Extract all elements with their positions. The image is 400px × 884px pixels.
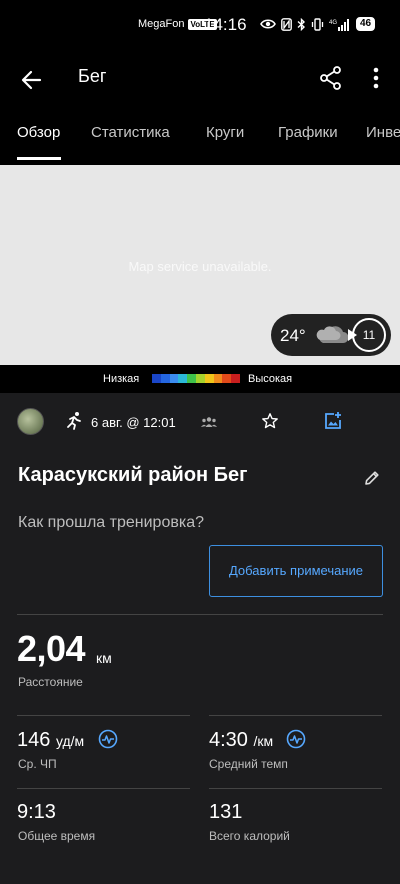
more-options-button[interactable] [364, 64, 388, 92]
legend-color-segment [160, 374, 170, 383]
running-icon [67, 412, 81, 430]
legend-high-label: Высокая [248, 373, 293, 385]
app-bar: Бег [0, 52, 400, 108]
hr-zone-pulse-icon[interactable] [98, 729, 118, 749]
legend-color-segment [178, 374, 188, 383]
bluetooth-icon [297, 17, 306, 31]
tab-overview[interactable]: Обзор [17, 124, 60, 141]
map-unavailable-message: Map service unavailable. [128, 259, 272, 274]
add-photo-icon[interactable] [323, 411, 343, 431]
wind-speed: 11 [362, 328, 376, 342]
pace-zone-pulse-icon[interactable] [286, 729, 306, 749]
back-button[interactable] [18, 66, 46, 94]
map-legend: Низкая Высокая [0, 365, 400, 393]
legend-color-segment [169, 374, 179, 383]
add-note-button[interactable]: Добавить примечание [209, 545, 383, 597]
legend-color-segment [195, 374, 205, 383]
legend-color-segment [152, 374, 161, 383]
avg-pace-value: 4:30 [209, 729, 248, 751]
divider [209, 788, 382, 789]
workout-question: Как прошла тренировка? [18, 514, 204, 531]
distance-unit: км [96, 650, 112, 666]
share-button[interactable] [318, 65, 344, 91]
tab-charts[interactable]: Графики [278, 124, 338, 141]
legend-color-scale [152, 374, 240, 383]
legend-color-segment [231, 374, 240, 383]
status-bar: MegaFon VoLTE 14:16 4G 46 [0, 0, 400, 52]
divider [17, 715, 190, 716]
tab-bar: Обзор Статистика Круги Графики Инве [0, 108, 400, 162]
legend-color-segment [222, 374, 232, 383]
edit-pencil-icon[interactable] [363, 469, 381, 487]
calories-label: Всего калорий [209, 829, 290, 843]
share-icon [320, 66, 341, 90]
divider [17, 614, 383, 615]
avg-pace-stat: 4:30 /км [209, 729, 273, 752]
carrier-name: MegaFon [138, 18, 185, 30]
avg-hr-unit: уд/м [55, 733, 85, 749]
vibrate-icon [311, 17, 324, 31]
page-title: Бег [78, 66, 107, 86]
favorite-star-icon[interactable] [261, 412, 279, 430]
battery-indicator: 46 [356, 17, 376, 31]
avg-pace-unit: /км [253, 733, 274, 749]
avg-hr-label: Ср. ЧП [18, 757, 57, 771]
signal-icon: 4G [329, 18, 349, 31]
cloud-icon [316, 326, 349, 343]
avatar[interactable] [17, 408, 44, 435]
activity-title: Карасукский район Бег [18, 464, 248, 486]
total-time-value: 9:13 [17, 801, 56, 823]
legend-color-segment [204, 374, 214, 383]
activity-date: 6 авг. @ 12:01 [91, 415, 176, 430]
calories-value: 131 [209, 801, 243, 823]
divider [209, 715, 382, 716]
more-vert-icon [373, 67, 379, 89]
nfc-icon [281, 17, 292, 31]
legend-low-label: Низкая [103, 373, 140, 385]
tab-laps[interactable]: Круги [206, 124, 244, 141]
total-time-label: Общее время [18, 829, 96, 843]
svg-text:4G: 4G [329, 20, 337, 26]
tab-more-truncated[interactable]: Инве [366, 124, 400, 141]
weather-widget[interactable]: 24° 11 [271, 314, 391, 356]
legend-color-segment [187, 374, 196, 383]
legend-color-segment [213, 374, 223, 383]
divider [17, 788, 190, 789]
group-icon[interactable] [201, 416, 217, 428]
wind-speed-badge: 11 [348, 318, 386, 352]
eye-icon [260, 19, 276, 29]
distance-label: Расстояние [18, 675, 83, 689]
tab-statistics[interactable]: Статистика [91, 124, 170, 141]
weather-temperature: 24° [280, 326, 306, 345]
avg-hr-value: 146 [17, 729, 51, 751]
avg-pace-label: Средний темп [209, 757, 288, 771]
avg-hr-stat: 146 уд/м [17, 729, 84, 752]
map-view[interactable]: Map service unavailable. 24° 11 [0, 165, 400, 365]
distance-value: 2,04 [17, 628, 86, 669]
back-arrow-icon [21, 70, 42, 90]
status-time: 14:16 [204, 15, 247, 34]
